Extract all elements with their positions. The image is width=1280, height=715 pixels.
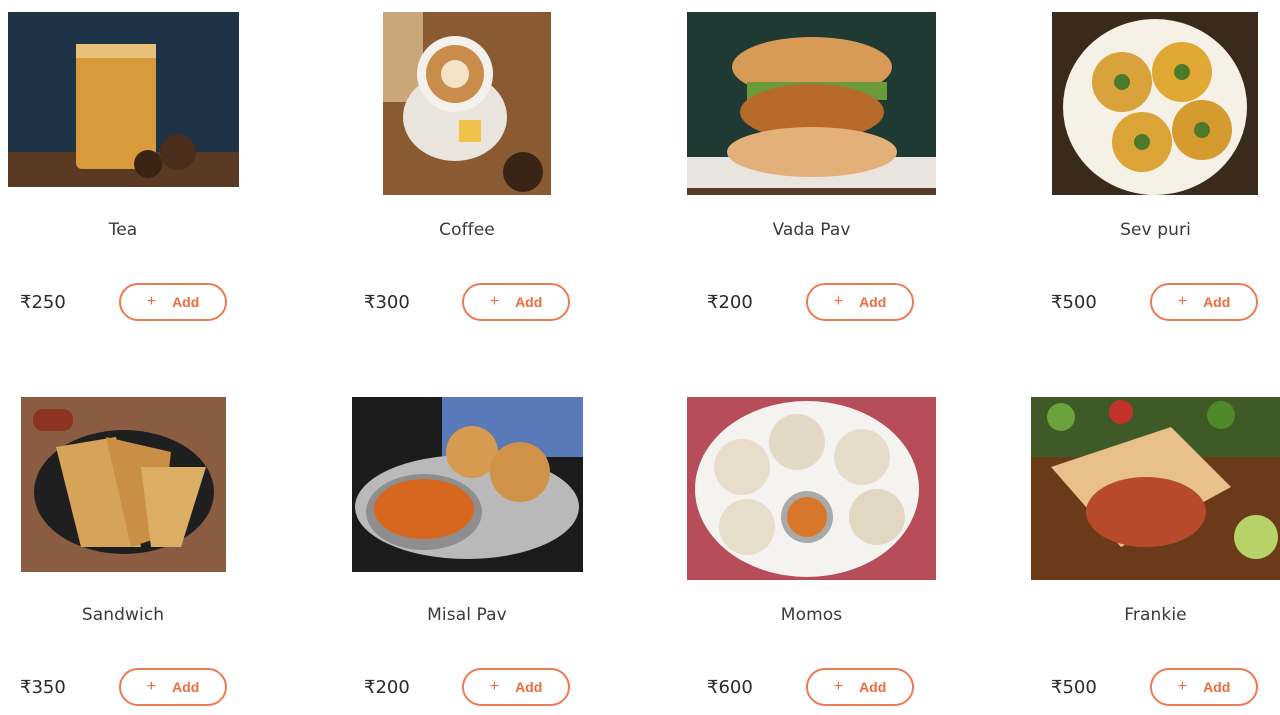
menu-card-sandwich: Sandwich ₹350 + Add (0, 385, 290, 715)
frankie-photo (1031, 397, 1280, 580)
menu-card-misal-pav: Misal Pav ₹200 + Add (344, 385, 634, 715)
add-label: Add (515, 294, 543, 310)
plus-icon: + (833, 678, 844, 695)
misal-pav-photo (352, 397, 583, 580)
add-button[interactable]: + Add (1150, 668, 1258, 706)
menu-card-sev-puri: Sev puri ₹500 + Add (1031, 0, 1280, 330)
sev-puri-photo (1052, 12, 1258, 195)
item-name: Sev puri (1120, 220, 1191, 240)
add-button[interactable]: + Add (462, 668, 570, 706)
item-price: ₹200 (364, 677, 410, 698)
add-button[interactable]: + Add (806, 668, 914, 706)
add-button[interactable]: + Add (462, 283, 570, 321)
add-button[interactable]: + Add (119, 283, 227, 321)
sandwich-photo (21, 397, 226, 580)
item-name: Momos (780, 605, 843, 625)
menu-card-frankie: Frankie ₹500 + Add (1031, 385, 1280, 715)
vada-pav-photo (687, 12, 936, 195)
plus-icon: + (1177, 678, 1188, 695)
plus-icon: + (146, 678, 157, 695)
item-name: Coffee (439, 220, 495, 240)
item-name: Frankie (1124, 605, 1187, 625)
item-name: Misal Pav (427, 605, 507, 625)
tea-photo (8, 12, 239, 195)
plus-icon: + (146, 293, 157, 310)
coffee-photo (383, 12, 551, 195)
add-label: Add (515, 679, 543, 695)
item-name: Tea (108, 220, 138, 240)
add-label: Add (172, 679, 200, 695)
item-price: ₹350 (20, 677, 66, 698)
menu-card-momos: Momos ₹600 + Add (687, 385, 977, 715)
add-label: Add (859, 679, 887, 695)
add-label: Add (1203, 294, 1231, 310)
add-label: Add (859, 294, 887, 310)
item-price: ₹200 (707, 292, 753, 313)
item-price: ₹250 (20, 292, 66, 313)
item-price: ₹500 (1051, 677, 1097, 698)
item-price: ₹500 (1051, 292, 1097, 313)
add-button[interactable]: + Add (806, 283, 914, 321)
add-label: Add (1203, 679, 1231, 695)
menu-card-tea: Tea ₹250 + Add (0, 0, 290, 330)
item-price: ₹300 (364, 292, 410, 313)
item-name: Sandwich (81, 605, 165, 625)
add-button[interactable]: + Add (1150, 283, 1258, 321)
momos-photo (687, 397, 936, 580)
item-price: ₹600 (707, 677, 753, 698)
plus-icon: + (833, 293, 844, 310)
plus-icon: + (489, 678, 500, 695)
menu-card-coffee: Coffee ₹300 + Add (344, 0, 634, 330)
add-button[interactable]: + Add (119, 668, 227, 706)
plus-icon: + (489, 293, 500, 310)
plus-icon: + (1177, 293, 1188, 310)
item-name: Vada Pav (772, 220, 851, 240)
add-label: Add (172, 294, 200, 310)
menu-card-vada-pav: Vada Pav ₹200 + Add (687, 0, 977, 330)
